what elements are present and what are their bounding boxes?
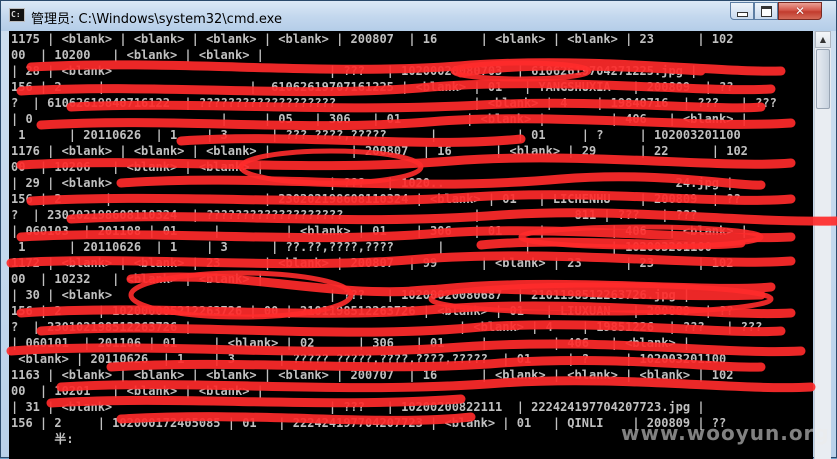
scrollbar-thumb[interactable] [816, 49, 830, 109]
console-line: 156 | 2 | | 230202198608110324 | <blank>… [11, 192, 741, 206]
scroll-up-arrow-icon[interactable]: ▲ [815, 31, 831, 48]
console-line: 156 | 2 | 102000005212263726 | 00 | 2101… [11, 304, 734, 318]
close-button[interactable]: ✕ [778, 2, 822, 20]
console-lines: 1175 | <blank> | <blank> | <blank> | <bl… [9, 31, 813, 447]
maximize-button[interactable] [754, 2, 778, 20]
maximize-icon [760, 5, 772, 17]
console-line: 1175 | <blank> | <blank> | <blank> | <bl… [11, 32, 734, 46]
console-line: | 060103 | 201108 | 01 | | <blank> | 01 … [11, 224, 748, 238]
console-line: | 28 | <blank> | ??? | 10200020080703 | … [11, 64, 698, 78]
console-line: 1 | 20110626 | 1 | 3 | ??? ????,????? | … [11, 128, 741, 142]
console-line: 00 | 10206 | <blank> | <blank> | [11, 160, 264, 174]
console-line: 00 | 10232 | <blank> | <blank> | [11, 272, 264, 286]
console-line: ? | 230102198512263726 | | <blank> | 4 |… [11, 320, 763, 334]
console-line: 1 | 20110626 | 1 | 3 | ??.??,????,???? |… [11, 240, 712, 254]
cmd-icon[interactable]: C: [9, 8, 25, 22]
console-line: | 30 | <blank> | ??? | 10200020080687 | … [11, 288, 691, 302]
console-line: 1163 | <blank> | <blank> | <blank> | <bl… [11, 368, 734, 382]
console-line: 00 | 10201 | <blank> | <blank> | [11, 384, 264, 398]
console-line: | 31 | <blank> | ??? | 10200200822111 | … [11, 400, 705, 414]
close-icon: ✕ [794, 4, 806, 18]
minimize-icon [736, 11, 748, 17]
console-line: <blank> | 20110626 | 1 | 3 | ????? ?????… [11, 352, 727, 366]
console-line: ? | 230202198608110324 | ???????????????… [11, 208, 698, 222]
cmd-window: C: 管理员: C:\Windows\system32\cmd.exe ✕ 11… [0, 0, 837, 459]
console-line: 00 | 10200 | <blank> | <blank> | [11, 48, 264, 62]
console-line: 1176 | <blank> | <blank> | <blank> | | 2… [11, 144, 748, 158]
watermark: www.wooyun.org [621, 421, 830, 445]
console-line: | 060101 | 201106 | 01 | <blank> | 02 | … [11, 336, 691, 350]
console-line: | 0 | | 05 | 306 | 01 | <blank> | | 406 … [11, 112, 748, 126]
console-line: ? | 61062619840716122 | ????????????????… [11, 96, 777, 110]
console-line: 156 | 2 | | 61062619707161225 | <blank> … [11, 80, 734, 94]
console-output[interactable]: 1175 | <blank> | <blank> | <blank> | <bl… [9, 31, 813, 459]
title-bar[interactable]: C: 管理员: C:\Windows\system32\cmd.exe ✕ [1, 1, 836, 31]
window-title: 管理员: C:\Windows\system32\cmd.exe [31, 12, 282, 27]
vertical-scrollbar[interactable]: ▲ [814, 31, 831, 459]
minimize-button[interactable] [730, 2, 754, 20]
console-line: 1172 | <blank> | <blank> | 23 | <blank> … [11, 256, 734, 270]
console-line: | 29 | <blank> | ??? | 1020.. 24.jpg | [11, 176, 734, 190]
